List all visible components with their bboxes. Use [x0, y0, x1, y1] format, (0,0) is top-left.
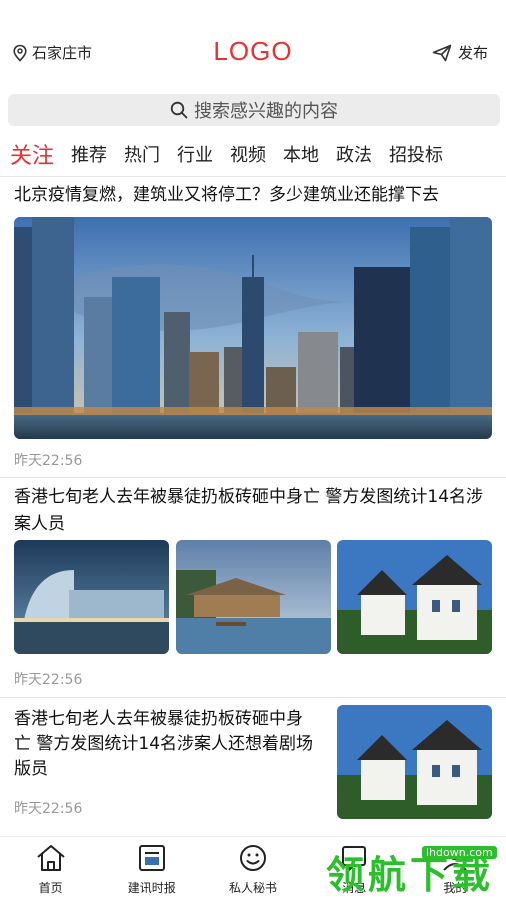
search-placeholder: 搜索感兴趣的内容 — [194, 101, 338, 122]
send-icon — [432, 44, 452, 61]
article-image[interactable] — [337, 705, 492, 819]
tab-bidding[interactable]: 招投标 — [380, 141, 451, 167]
article-image[interactable] — [14, 217, 492, 439]
search-bar[interactable]: 搜索感兴趣的内容 — [8, 94, 500, 126]
tab-industry[interactable]: 行业 — [168, 141, 221, 167]
tab-local[interactable]: 本地 — [274, 141, 327, 167]
nav-secretary[interactable]: 私人秘书 — [202, 837, 303, 900]
tab-politics-law[interactable]: 政法 — [327, 141, 380, 167]
article-image[interactable] — [14, 540, 169, 654]
nav-news[interactable]: 建讯时报 — [101, 837, 202, 900]
article-time: 昨天22:56 — [14, 453, 83, 469]
nav-secretary-label: 私人秘书 — [229, 881, 278, 895]
article-title[interactable]: 香港七旬老人去年被暴徒扔板砖砸中身亡 警方发图统计14名涉案人还想着剧场版员 — [14, 707, 314, 782]
nav-home[interactable]: 首页 — [0, 837, 101, 900]
tab-hot[interactable]: 热门 — [115, 141, 168, 167]
category-tabs: 关注 推荐 热门 行业 视频 本地 政法 招投标 — [0, 134, 506, 174]
publish-button[interactable]: 发布 — [432, 42, 488, 63]
home-icon — [36, 845, 65, 871]
article-time: 昨天22:56 — [14, 801, 83, 817]
article-time: 昨天22:56 — [14, 672, 83, 688]
tab-video[interactable]: 视频 — [221, 141, 274, 167]
publish-label: 发布 — [457, 44, 488, 62]
article-title[interactable]: 北京疫情复燃，建筑业又将停工？多少建筑业还能撑下去 — [14, 182, 492, 209]
nav-home-label: 首页 — [38, 881, 63, 895]
search-icon — [170, 101, 188, 119]
divider — [0, 176, 506, 177]
smiley-icon — [240, 845, 266, 871]
nav-news-label: 建讯时报 — [127, 881, 176, 895]
article-image[interactable] — [337, 540, 492, 654]
top-bar: 石家庄市 LOGO 发布 — [0, 0, 506, 88]
article-title[interactable]: 香港七旬老人去年被暴徒扔板砖砸中身亡 警方发图统计14名涉案人员 — [14, 484, 492, 538]
tab-recommended[interactable]: 推荐 — [62, 141, 115, 167]
article-image[interactable] — [176, 540, 331, 654]
divider — [0, 477, 506, 478]
watermark-url: lhdown.com — [422, 846, 497, 859]
tab-following[interactable]: 关注 — [0, 138, 62, 170]
app-logo: LOGO — [213, 36, 293, 66]
divider — [0, 697, 506, 698]
newspaper-icon — [138, 845, 165, 871]
